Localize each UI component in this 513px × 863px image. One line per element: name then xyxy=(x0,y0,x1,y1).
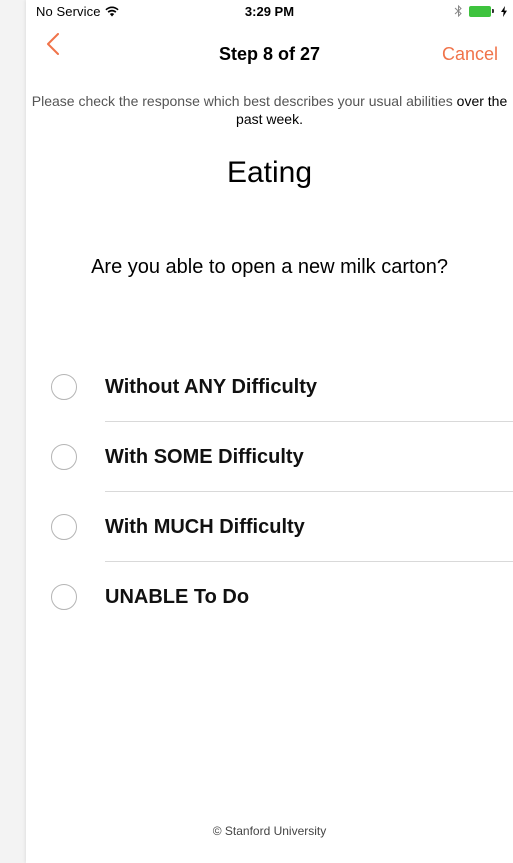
battery-level xyxy=(469,5,491,17)
step-title: Step 8 of 27 xyxy=(218,44,321,64)
radio-button[interactable] xyxy=(51,584,77,610)
battery-tip xyxy=(492,9,494,13)
option-unable-to-do[interactable]: UNABLE To Do xyxy=(26,562,513,632)
instruction-text: Please check the response which best des… xyxy=(26,92,513,128)
status-right xyxy=(454,5,507,17)
cancel-button[interactable]: Cancel xyxy=(442,44,498,64)
bluetooth-icon xyxy=(454,5,462,17)
status-bar: No Service 3:29 PM xyxy=(0,0,513,22)
radio-button[interactable] xyxy=(51,514,77,540)
answer-options: Without ANY Difficulty With SOME Difficu… xyxy=(26,352,513,632)
option-with-much-difficulty[interactable]: With MUCH Difficulty xyxy=(26,492,513,562)
question: Are you able to open a new milk carton? xyxy=(26,254,513,281)
radio-button[interactable] xyxy=(51,374,77,400)
copyright-footer: © Stanford University xyxy=(212,824,327,838)
question-text: Are you able to open a new milk carton? xyxy=(91,256,448,278)
section-title: Eating xyxy=(226,156,313,189)
navigation-bar: Step 8 of 27 Cancel xyxy=(26,22,513,66)
option-label: With MUCH Difficulty xyxy=(105,516,305,538)
charging-icon xyxy=(501,5,507,17)
battery-icon xyxy=(469,5,495,17)
option-label: With SOME Difficulty xyxy=(105,446,304,468)
option-label: Without ANY Difficulty xyxy=(105,376,318,398)
option-with-some-difficulty[interactable]: With SOME Difficulty xyxy=(26,422,513,492)
radio-button[interactable] xyxy=(51,444,77,470)
status-time: 3:29 PM xyxy=(244,4,295,19)
option-without-any-difficulty[interactable]: Without ANY Difficulty xyxy=(26,352,513,422)
option-label: UNABLE To Do xyxy=(105,586,250,608)
instruction-body: Please check the response which best des… xyxy=(31,93,453,109)
